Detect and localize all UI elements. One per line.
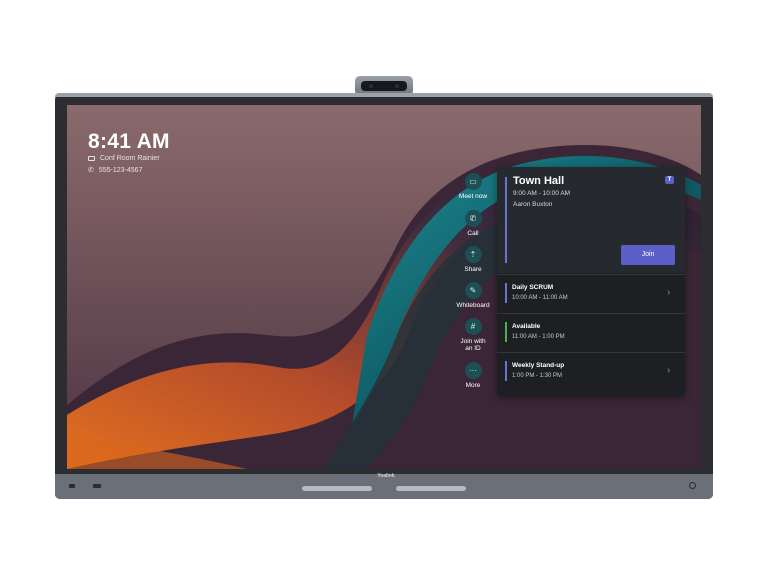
call-label: Call (467, 230, 479, 237)
chevron-right-icon: › (667, 287, 671, 298)
meeting-time: 9:00 AM - 10:00 AM (513, 190, 571, 197)
meeting-organizer: Aaron Buxton (513, 201, 553, 208)
whiteboard-button[interactable]: ✎ Whiteboard (448, 282, 498, 309)
calendar-item[interactable]: Weekly Stand-up 1:00 PM - 1:30 PM › (497, 352, 685, 391)
calendar-item-title: Daily SCRUM (512, 284, 554, 291)
more-button[interactable]: ··· More (448, 362, 498, 389)
join-with-id-button[interactable]: # Join with an ID (448, 318, 498, 352)
display-bezel: 8:41 AM Conf Room Rainier ✆ 555-123-4567… (55, 93, 713, 499)
calendar-item[interactable]: Daily SCRUM 10:00 AM - 11:00 AM › (497, 274, 685, 313)
calendar-item-bar (505, 322, 507, 342)
meet-now-label: Meet now (458, 193, 488, 200)
calendar-item-title: Available (512, 323, 541, 330)
calendar-item-bar (505, 283, 507, 303)
brand-logo: Yealink (377, 473, 395, 479)
hash-icon: # (464, 318, 482, 335)
phone-number: 555-123-4567 (98, 167, 143, 174)
camera-sensor-icon (369, 84, 373, 88)
phone-icon: ✆ (88, 167, 94, 174)
share-screen-icon: ⇡ (464, 246, 482, 263)
current-meeting-card[interactable]: Town Hall 9:00 AM - 10:00 AM Aaron Buxto… (497, 167, 685, 273)
calendar-item-time: 11:00 AM - 1:00 PM (512, 334, 565, 340)
meet-now-button[interactable]: ▭ Meet now (448, 173, 498, 200)
more-icon: ··· (464, 362, 482, 379)
whiteboard-label: Whiteboard (456, 302, 490, 309)
room-name-row: Conf Room Rainier (88, 155, 160, 162)
phone-number-row: ✆ 555-123-4567 (88, 167, 142, 174)
top-frame (55, 93, 713, 97)
hdmi-port-icon (93, 484, 101, 488)
room-name: Conf Room Rainier (100, 155, 160, 162)
camera-lens (361, 81, 407, 91)
meeting-title: Town Hall (513, 175, 565, 187)
more-label: More (465, 382, 481, 389)
whiteboard-icon: ✎ (464, 282, 482, 299)
calendar-panel: Town Hall 9:00 AM - 10:00 AM Aaron Buxto… (497, 167, 685, 396)
calendar-item-bar (505, 361, 507, 381)
video-camera-icon: ▭ (464, 173, 482, 190)
chevron-right-icon: › (667, 365, 671, 376)
share-button[interactable]: ⇡ Share (448, 246, 498, 273)
call-button[interactable]: ✆ Call (448, 210, 498, 237)
camera-sensor-icon (395, 84, 399, 88)
calendar-item: Available 11:00 AM - 1:00 PM (497, 313, 685, 352)
join-button[interactable]: Join (621, 245, 675, 265)
calendar-item-time: 10:00 AM - 11:00 AM (512, 295, 568, 301)
share-label: Share (464, 266, 482, 273)
stylus-holder-right (396, 486, 466, 491)
calendar-item-time: 1:00 PM - 1:30 PM (512, 373, 563, 379)
join-with-id-label-2: an ID (465, 345, 481, 352)
teams-logo-icon: T (665, 176, 674, 184)
home-screen: 8:41 AM Conf Room Rainier ✆ 555-123-4567… (67, 105, 701, 469)
usb-port-icon (69, 484, 75, 488)
phone-icon: ✆ (464, 210, 482, 227)
join-with-id-label-1: Join with (460, 338, 486, 345)
stylus-holder-left (302, 486, 372, 491)
display-icon (88, 156, 95, 161)
calendar-item-title: Weekly Stand-up (512, 362, 565, 369)
meeting-accent-bar (505, 177, 507, 263)
power-icon[interactable] (689, 482, 696, 489)
clock: 8:41 AM (88, 130, 170, 153)
